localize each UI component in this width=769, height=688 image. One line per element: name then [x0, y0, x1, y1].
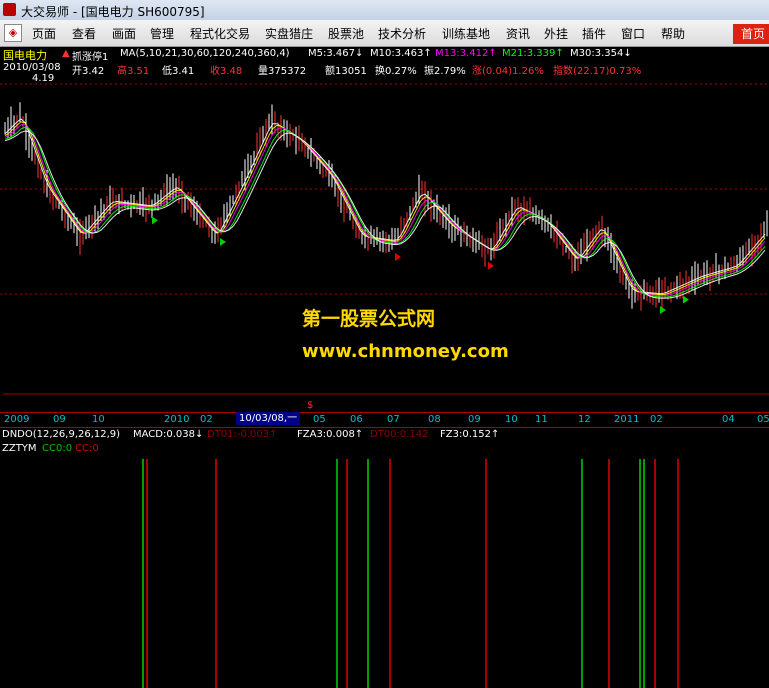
date-label: 02 — [650, 414, 663, 425]
home-button[interactable]: 首页 — [733, 24, 769, 44]
menu-view[interactable]: 查看 — [72, 25, 96, 42]
current-date: 2010/03/08 — [3, 62, 61, 73]
date-label: 10 — [505, 414, 518, 425]
date-label: 11 — [535, 414, 548, 425]
macd-value: MACD:0.038↓ — [133, 429, 204, 440]
menu-news[interactable]: 资讯 — [506, 25, 530, 42]
volume: 量375372 — [258, 66, 307, 77]
date-label: 2010 — [164, 414, 190, 425]
signal-arrow-icon — [220, 238, 226, 246]
date-label: 2011 — [614, 414, 640, 425]
date-label: 09 — [468, 414, 481, 425]
signal-arrow-icon — [683, 295, 689, 304]
date-label: 05 — [313, 414, 326, 425]
date-label: 09 — [53, 414, 66, 425]
menu-help[interactable]: 帮助 — [661, 25, 685, 42]
date-label: 10 — [92, 414, 105, 425]
signal-arrow-icon — [660, 306, 666, 314]
signal-arrow-icon — [488, 261, 494, 270]
dndo-params: DNDO(12,26,9,26,12,9) — [2, 429, 121, 440]
menu-manage[interactable]: 管理 — [150, 25, 174, 42]
date-axis: 2009 09 10 2010 02 05 06 07 08 09 10 11 … — [0, 412, 769, 428]
menu-page[interactable]: 页面 — [32, 25, 56, 42]
ma21-value: M21:3.339↑ — [502, 48, 564, 59]
title-bar: 大交易师 - [国电电力 SH600795] — [0, 0, 769, 20]
menu-programmed-trading[interactable]: 程式化交易 — [190, 25, 250, 42]
cursor-date: 10/03/08,一 — [236, 412, 301, 425]
low-price: 低3.41 — [162, 66, 195, 77]
menu-training[interactable]: 训练基地 — [442, 25, 490, 42]
ma10-value: M10:3.463↑ — [370, 48, 432, 59]
stock-name: 国电电力 — [3, 49, 47, 62]
date-label: 12 — [578, 414, 591, 425]
ma30-value: M30:3.354↓ — [570, 48, 632, 59]
amount: 额13051 — [325, 66, 367, 77]
watermark-url: www.chnmoney.com — [302, 341, 509, 362]
date-label: 08 — [428, 414, 441, 425]
system-menu-icon[interactable]: ◈ — [4, 24, 22, 42]
open-price: 开3.42 — [72, 66, 105, 77]
turnover: 换0.27% — [375, 66, 417, 77]
zzt-indicator-name: ZZTYM — [2, 443, 37, 454]
menu-window[interactable]: 窗口 — [621, 25, 645, 42]
menu-bar: ◈ 页面 查看 画面 管理 程式化交易 实盘猎庄 股票池 技术分析 训练基地 资… — [0, 20, 769, 47]
menu-stock-pool[interactable]: 股票池 — [328, 25, 364, 42]
ma5-value: M5:3.467↓ — [308, 48, 364, 59]
close-price: 收3.48 — [210, 66, 243, 77]
ma13-value: M13:3.412↑ — [435, 48, 497, 59]
menu-live-hunt[interactable]: 实盘猎庄 — [265, 25, 313, 42]
dt00-value: DT00:0.142 — [370, 429, 429, 440]
candles-group — [4, 102, 768, 313]
date-label: 04 — [722, 414, 735, 425]
cc-value: CC:0 — [75, 443, 99, 454]
app-logo-icon — [3, 3, 16, 16]
price-change: 涨(0.04)1.26% — [472, 66, 544, 77]
date-label: 07 — [387, 414, 400, 425]
menu-screen[interactable]: 画面 — [112, 25, 136, 42]
signal-bars — [142, 459, 679, 688]
cursor-marker-icon: $ — [307, 400, 314, 411]
dt01-value: DT01:-0.003↑ — [207, 429, 278, 440]
signal-indicator-chart[interactable] — [0, 456, 769, 688]
moving-average-lines — [4, 118, 766, 299]
date-label: 2009 — [4, 414, 30, 425]
signal-arrow-icon — [395, 253, 401, 261]
fz3-value: FZ3:0.152↑ — [440, 429, 500, 440]
indicator-name: 抓涨停1 — [72, 52, 109, 63]
signal-arrow-icon — [152, 216, 158, 225]
fza3-value: FZA3:0.008↑ — [297, 429, 364, 440]
cc0-value: CC0:0 — [42, 443, 73, 454]
menu-plugins-ext[interactable]: 外挂 — [544, 25, 568, 42]
window-title: 大交易师 - [国电电力 SH600795] — [21, 5, 205, 19]
menu-addons[interactable]: 插件 — [582, 25, 606, 42]
date-label: 05 — [757, 414, 769, 425]
watermark-title: 第一股票公式网 — [302, 308, 436, 330]
amplitude: 振2.79% — [424, 66, 466, 77]
up-arrow-icon: ▲ — [62, 48, 70, 59]
date-label: 02 — [200, 414, 213, 425]
ma-params: MA(5,10,21,30,60,120,240,360,4) — [120, 48, 290, 59]
high-price: 高3.51 — [117, 66, 150, 77]
date-label: 06 — [350, 414, 363, 425]
index-change: 指数(22.17)0.73% — [553, 66, 642, 77]
moving-average-line — [4, 130, 766, 299]
menu-tech-analysis[interactable]: 技术分析 — [378, 25, 426, 42]
